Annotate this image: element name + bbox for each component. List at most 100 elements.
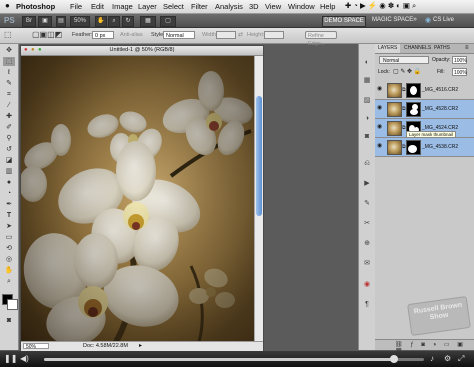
styles-panel-icon[interactable]: ▨ xyxy=(361,96,373,106)
tab-channels[interactable]: CHANNELS xyxy=(401,44,434,53)
brush-tool-icon[interactable]: ✐ xyxy=(3,123,15,132)
menu-layer[interactable]: Layer xyxy=(138,2,157,11)
menu-select[interactable]: Select xyxy=(163,2,184,11)
menu-view[interactable]: View xyxy=(265,2,281,11)
crop-tool-icon[interactable]: ⌗ xyxy=(3,90,15,99)
path-select-icon[interactable]: ➤ xyxy=(3,222,15,231)
info-panel-icon[interactable]: ◉ xyxy=(361,280,373,290)
opacity-input[interactable]: 100% xyxy=(452,56,467,64)
progress-knob[interactable] xyxy=(389,355,398,363)
image-canvas[interactable] xyxy=(21,56,254,342)
layer-name[interactable]: _MG_4528.CR2 xyxy=(422,106,458,112)
fill-input[interactable]: 100% xyxy=(452,68,467,76)
apple-menu-icon[interactable]: ● xyxy=(5,1,10,10)
visibility-eye-icon[interactable]: ◉ xyxy=(377,86,383,92)
menu-file[interactable]: File xyxy=(70,2,82,11)
layer-mask-thumbnail[interactable] xyxy=(406,83,421,98)
lasso-tool-icon[interactable]: ℓ xyxy=(3,68,15,77)
menu-analysis[interactable]: Analysis xyxy=(215,2,243,11)
layer-mask-thumbnail[interactable] xyxy=(406,102,421,117)
tab-layers[interactable]: LAYERS xyxy=(375,44,401,53)
menu-3d[interactable]: 3D xyxy=(249,2,259,11)
bridge-button[interactable]: Br xyxy=(22,16,36,27)
layer-row[interactable]: ◉ ⧉ _MG_4516.CR2 xyxy=(375,81,474,100)
layer-thumbnail[interactable] xyxy=(387,121,402,136)
layer-thumbnail[interactable] xyxy=(387,83,402,98)
layer-mask-thumbnail[interactable] xyxy=(406,140,421,155)
layer-thumbnail[interactable] xyxy=(387,140,402,155)
layer-thumbnail[interactable] xyxy=(387,102,402,117)
minibridge-button[interactable]: ▣ xyxy=(38,16,52,27)
zoom-field[interactable]: 50% xyxy=(23,343,49,350)
cs-live-button[interactable]: CS Live xyxy=(433,17,454,23)
actions-panel-icon[interactable]: ▶ xyxy=(361,179,373,189)
shape-tool-icon[interactable]: ▭ xyxy=(3,233,15,242)
3d-orbit-icon[interactable]: ◎ xyxy=(3,255,15,264)
quick-mask-icon[interactable]: ◙ xyxy=(3,316,15,325)
workspace-magic-space[interactable]: MAGIC SPACE xyxy=(372,17,413,23)
layer-name[interactable]: _MG_4516.CR2 xyxy=(422,87,458,93)
blur-tool-icon[interactable]: ● xyxy=(3,178,15,187)
move-tool-icon[interactable]: ✥ xyxy=(3,46,15,55)
zoom-tool-icon[interactable]: ⌕ xyxy=(3,277,15,286)
marquee-preset-icon[interactable]: ⬚ xyxy=(4,30,12,39)
settings-icon[interactable]: ⚙ xyxy=(444,354,451,364)
layer-row[interactable]: ◉ ⧉ _MG_4528.CR2 xyxy=(375,100,474,119)
pen-tool-icon[interactable]: ✒ xyxy=(3,200,15,209)
eraser-tool-icon[interactable]: ◪ xyxy=(3,156,15,165)
selection-mode-icons[interactable]: ▢▣◫◩ xyxy=(32,30,62,39)
blend-mode-select[interactable]: Normal xyxy=(379,56,429,64)
adjustments-panel-icon[interactable]: ◑ xyxy=(361,114,373,124)
healing-brush-icon[interactable]: ✚ xyxy=(3,112,15,121)
masks-panel-icon[interactable]: ◙ xyxy=(361,132,373,142)
lock-icons[interactable]: ▢ ✎ ✥ 🔒 xyxy=(393,68,421,75)
width-input[interactable] xyxy=(216,31,236,39)
visibility-eye-icon[interactable]: ◉ xyxy=(377,105,383,111)
character-panel-icon[interactable]: ¶ xyxy=(361,300,373,310)
menu-image[interactable]: Image xyxy=(112,2,133,11)
background-color-swatch[interactable] xyxy=(7,299,18,310)
document-vertical-scrollbar[interactable] xyxy=(254,56,263,342)
zoom-level-dropdown[interactable]: 50% xyxy=(70,16,90,27)
rotate-view-button[interactable]: ↻ xyxy=(122,16,134,27)
history-panel-icon[interactable]: ⎌ xyxy=(361,159,373,169)
panel-menu-icon[interactable]: ≡ xyxy=(465,45,469,51)
volume-icon[interactable]: ◀) xyxy=(20,354,29,364)
menu-help[interactable]: Help xyxy=(320,2,335,11)
hand-tool-button[interactable]: ✋ xyxy=(95,16,107,27)
history-brush-icon[interactable]: ↺ xyxy=(3,145,15,154)
arrange-documents-button[interactable]: ▦ xyxy=(140,16,156,27)
workspace-demo-space[interactable]: DEMO SPACE xyxy=(322,16,366,27)
swatches-panel-icon[interactable]: ▦ xyxy=(361,76,373,86)
visibility-eye-icon[interactable]: ◉ xyxy=(377,143,383,149)
progress-track[interactable] xyxy=(44,355,424,363)
type-tool-icon[interactable]: T xyxy=(3,211,15,220)
layer-name[interactable]: _MG_4538.CR2 xyxy=(422,144,458,150)
menu-edit[interactable]: Edit xyxy=(91,2,104,11)
cs-live-icon[interactable]: ◉ xyxy=(425,16,431,24)
fullscreen-icon[interactable]: ⤢ xyxy=(458,354,464,364)
swap-icon[interactable]: ⇄ xyxy=(238,31,243,38)
gradient-tool-icon[interactable]: ▥ xyxy=(3,167,15,176)
view-extras-button[interactable]: ▤ xyxy=(56,16,66,27)
layer-row[interactable]: ◉ ⧉ _MG_4538.CR2 xyxy=(375,138,474,157)
tool-presets-icon[interactable]: ✂ xyxy=(361,219,373,229)
quick-select-tool-icon[interactable]: ✎ xyxy=(3,79,15,88)
refine-edge-button[interactable]: Refine Edge... xyxy=(305,31,337,47)
antialias-checkbox[interactable]: Anti-alias xyxy=(120,32,143,38)
marquee-tool-icon[interactable]: ⬚ xyxy=(3,57,15,66)
height-input[interactable] xyxy=(264,31,284,39)
clone-source-icon[interactable]: ⊕ xyxy=(361,239,373,249)
brushes-panel-icon[interactable]: ✎ xyxy=(361,199,373,209)
color-panel-icon[interactable]: ◐ xyxy=(361,58,373,68)
dodge-tool-icon[interactable]: ◔ xyxy=(3,189,15,198)
screen-mode-button[interactable]: ▢ xyxy=(160,16,176,27)
workspace-chevron-icon[interactable]: » xyxy=(413,16,417,23)
3d-rotate-icon[interactable]: ⟲ xyxy=(3,244,15,253)
visibility-eye-icon[interactable]: ◉ xyxy=(377,124,383,130)
play-pause-icon[interactable]: ❚❚ xyxy=(4,354,17,364)
feather-input[interactable]: 0 px xyxy=(92,31,114,39)
clone-stamp-icon[interactable]: ⚲ xyxy=(3,134,15,143)
status-menu-arrow-icon[interactable]: ▸ xyxy=(139,342,142,351)
tab-paths[interactable]: PATHS xyxy=(431,44,453,53)
